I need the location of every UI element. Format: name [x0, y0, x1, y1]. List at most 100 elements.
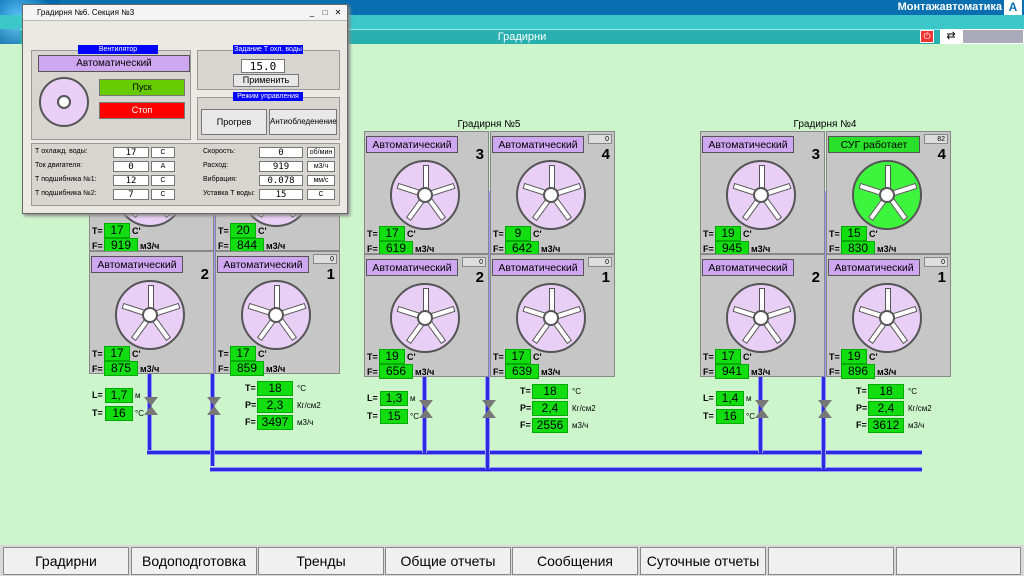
fan-mode-select[interactable]: Автоматический	[828, 259, 920, 276]
fan-mode-select[interactable]: Автоматический	[38, 55, 190, 72]
nav-button[interactable]: Суточные отчеты	[640, 547, 766, 575]
valve-icon[interactable]	[482, 400, 496, 418]
flow-unit: м3/ч	[266, 364, 286, 374]
temp-value: 20	[230, 223, 256, 238]
fan-hub	[268, 307, 284, 323]
nav-button[interactable]: Сообщения	[512, 547, 638, 575]
fan-number: 1	[937, 269, 946, 286]
t-label: T=	[92, 226, 103, 236]
fan-mode-select[interactable]: Автоматический	[702, 136, 794, 153]
close-icon[interactable]: ✕	[332, 8, 344, 18]
nav-button[interactable]	[768, 547, 894, 575]
fan-mode-select[interactable]: СУГ работает	[828, 136, 920, 153]
param-unit: C	[307, 189, 335, 200]
f-label: F=	[245, 417, 256, 427]
anti-ice-button[interactable]: Антиобледенение	[269, 109, 337, 135]
brand-name: Монтажавтоматика	[897, 1, 1002, 13]
minimize-icon[interactable]: _	[306, 8, 318, 18]
fan-icon[interactable]	[115, 280, 185, 350]
temp-unit: °C	[746, 412, 755, 421]
nav-button[interactable]	[896, 547, 1021, 575]
fan-icon[interactable]	[516, 283, 586, 353]
fan-hub	[543, 310, 559, 326]
fan-icon[interactable]	[516, 160, 586, 230]
temp-value: 17	[715, 349, 741, 364]
t-label: T=	[367, 352, 378, 362]
fan-mode-select[interactable]: Автоматический	[492, 259, 584, 276]
flow-unit: м3/ч	[541, 244, 561, 254]
fan-icon[interactable]	[726, 283, 796, 353]
fan-mode-select[interactable]: Автоматический	[366, 136, 458, 153]
temp-unit: C'	[533, 229, 542, 239]
inlet-temp-value: 16	[105, 406, 133, 421]
nav-button[interactable]: Градирни	[3, 547, 129, 575]
fan-cell: Автоматический 3 T= 19 C' F= 945 м3/ч	[700, 131, 825, 256]
pressure-unit: Кг/см2	[908, 404, 932, 413]
param-unit: A	[151, 161, 175, 172]
outlet-temp-value: 18	[532, 384, 568, 399]
t-label: T=	[703, 229, 714, 239]
pipe	[485, 373, 490, 469]
apply-button[interactable]: Применить	[233, 74, 299, 87]
temp-unit: C'	[869, 352, 878, 362]
param-unit: C	[151, 189, 175, 200]
p-label: P=	[245, 400, 257, 410]
stop-button[interactable]: Стоп	[99, 102, 185, 119]
fan-icon[interactable]	[390, 160, 460, 230]
outlet-temp-value: 18	[257, 381, 293, 396]
valve-icon[interactable]	[755, 400, 769, 418]
fan-icon[interactable]	[241, 280, 311, 350]
level-unit: м	[410, 394, 416, 403]
fan-icon[interactable]	[852, 283, 922, 353]
heat-button[interactable]: Прогрев	[201, 109, 267, 135]
fan-icon[interactable]	[726, 160, 796, 230]
param-value: 12	[113, 175, 149, 186]
param-value: 0	[259, 147, 303, 158]
fan-icon[interactable]	[852, 160, 922, 230]
nav-button[interactable]: Общие отчеты	[385, 547, 511, 575]
flow-unit: м3/ч	[297, 418, 314, 427]
flow-total-value: 3612	[868, 418, 904, 433]
maximize-icon[interactable]: □	[319, 8, 331, 18]
fan-icon[interactable]	[390, 283, 460, 353]
temp-value: 17	[104, 223, 130, 238]
f-label: F=	[92, 364, 103, 374]
fan-mode-select[interactable]: Автоматический	[217, 256, 309, 273]
setpoint-value[interactable]: 15.0	[241, 59, 285, 73]
flow-unit: м3/ч	[415, 367, 435, 377]
flow-unit: м3/ч	[140, 364, 160, 374]
f-label: F=	[520, 420, 531, 430]
param-value: 0.078	[259, 175, 303, 186]
fan-mode-select[interactable]: Автоматический	[91, 256, 183, 273]
f-label: F=	[829, 367, 840, 377]
fan-cell: Автоматический 1 0 T= 17 C' F= 639 м3/ч	[490, 254, 615, 379]
t-label: T=	[520, 386, 531, 396]
fan-hub	[417, 187, 433, 203]
user-switch-icon[interactable]: ⇄	[940, 29, 962, 44]
fan-hub	[753, 187, 769, 203]
valve-icon[interactable]	[419, 400, 433, 418]
t-label: T=	[829, 229, 840, 239]
valve-icon[interactable]	[207, 397, 221, 415]
temp-value: 9	[505, 226, 531, 241]
fan-mode-select[interactable]: Автоматический	[702, 259, 794, 276]
flow-unit: м3/ч	[908, 421, 925, 430]
fan-mode-select[interactable]: Автоматический	[492, 136, 584, 153]
power-icon[interactable]: ⏻	[920, 30, 934, 43]
valve-icon[interactable]	[818, 400, 832, 418]
flow-unit: м3/ч	[877, 244, 897, 254]
fan-number: 4	[601, 146, 610, 163]
pressure-unit: Кг/см2	[572, 404, 596, 413]
f-label: F=	[367, 244, 378, 254]
fan-cell: Автоматический 3 T= 17 C' F= 619 м3/ч	[364, 131, 489, 256]
fan-mode-select[interactable]: Автоматический	[366, 259, 458, 276]
pipe	[821, 373, 826, 469]
blank-header-button[interactable]	[962, 29, 1024, 44]
valve-icon[interactable]	[144, 397, 158, 415]
flow-value: 639	[505, 364, 539, 379]
nav-button[interactable]: Тренды	[258, 547, 384, 575]
t-label: T=	[856, 386, 867, 396]
start-button[interactable]: Пуск	[99, 79, 185, 96]
nav-button[interactable]: Водоподготовка	[131, 547, 257, 575]
temp-unit: °C	[410, 412, 419, 421]
